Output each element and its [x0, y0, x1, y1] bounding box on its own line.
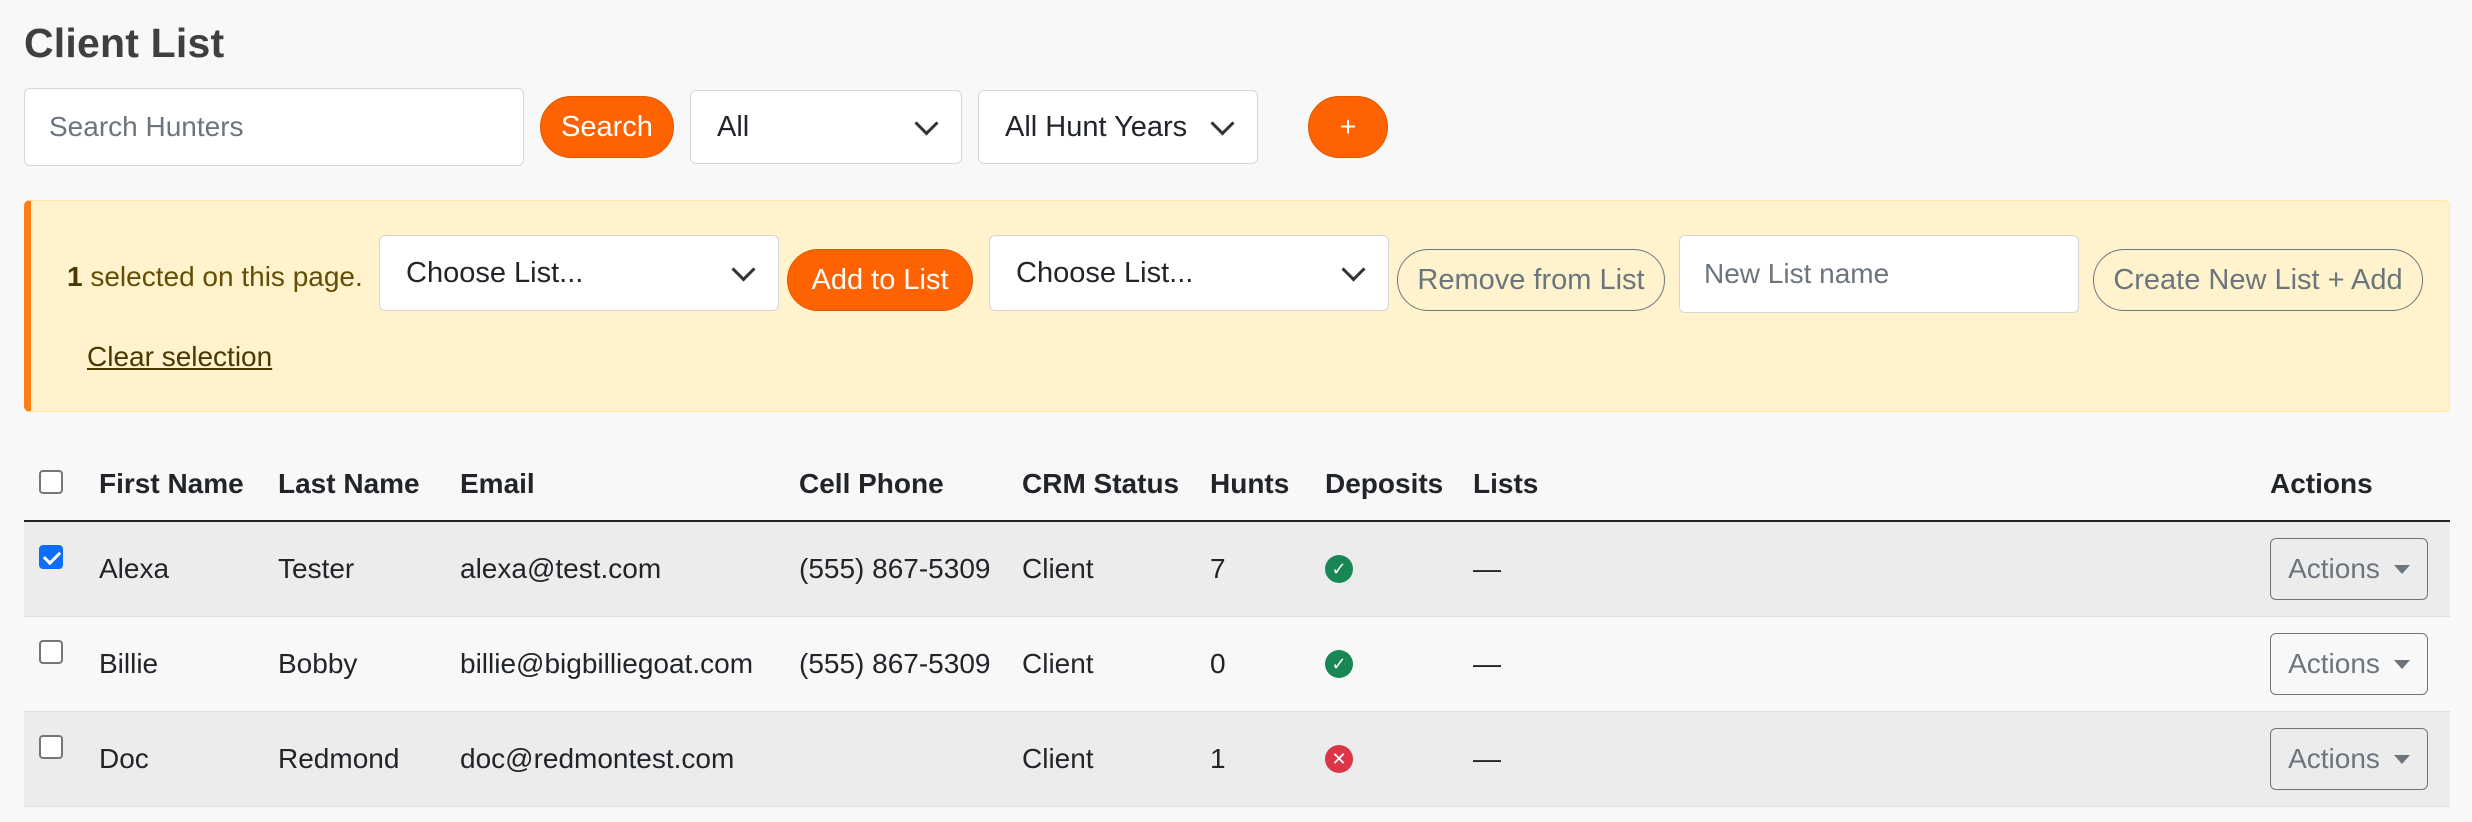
select-all-checkbox[interactable]	[39, 470, 63, 494]
header-last-name[interactable]: Last Name	[278, 448, 460, 522]
header-actions: Actions	[2270, 448, 2450, 522]
row-checkbox[interactable]	[39, 545, 63, 569]
row-actions-label: Actions	[2288, 553, 2380, 584]
cell-deposits: ✓	[1325, 521, 1473, 617]
chevron-down-icon	[1210, 110, 1235, 136]
cell-cell-phone: (555) 867-5309	[799, 521, 1022, 617]
caret-down-icon	[2393, 754, 2410, 764]
cell-actions: Actions	[2270, 521, 2450, 617]
header-crm-status[interactable]: CRM Status	[1022, 448, 1210, 522]
search-input[interactable]	[24, 88, 524, 166]
cell-crm-status: Client	[1022, 711, 1210, 807]
cell-last-name: Bobby	[278, 616, 460, 712]
add-list-select[interactable]: Choose List...	[379, 235, 779, 311]
clear-selection-link[interactable]: Clear selection	[87, 341, 272, 373]
client-table: First Name Last Name Email Cell Phone CR…	[24, 448, 2450, 807]
row-actions-label: Actions	[2288, 743, 2380, 774]
cell-lists: —	[1473, 616, 2270, 712]
select-all-header	[24, 448, 99, 522]
cell-first-name: Alexa	[99, 521, 278, 617]
row-actions-button[interactable]: Actions	[2270, 538, 2428, 600]
cell-cell-phone	[799, 711, 1022, 807]
header-hunts[interactable]: Hunts	[1210, 448, 1325, 522]
add-client-button[interactable]: +	[1308, 96, 1388, 158]
caret-down-icon	[2393, 659, 2410, 669]
cell-deposits: ✓	[1325, 616, 1473, 712]
row-actions-button[interactable]: Actions	[2270, 633, 2428, 695]
selected-count-label: selected on this page.	[82, 261, 363, 292]
chevron-down-icon	[1341, 256, 1366, 282]
deposit-status-icon: ✕	[1325, 744, 1353, 773]
header-lists[interactable]: Lists	[1473, 448, 2270, 522]
row-actions-label: Actions	[2288, 648, 2380, 679]
add-to-list-button[interactable]: Add to List	[787, 249, 973, 311]
header-cell-phone[interactable]: Cell Phone	[799, 448, 1022, 522]
hunt-year-select[interactable]: All Hunt Years	[978, 90, 1258, 164]
cell-actions: Actions	[2270, 711, 2450, 807]
table-row: Doc Redmond doc@redmontest.com Client 1 …	[24, 711, 2450, 807]
client-list-page: Client List Search All All Hunt Years + …	[0, 0, 2472, 822]
chevron-down-icon	[914, 110, 939, 136]
add-list-select-value: Choose List...	[406, 256, 584, 289]
caret-down-icon	[2393, 564, 2410, 574]
table-header-row: First Name Last Name Email Cell Phone CR…	[24, 448, 2450, 522]
search-button[interactable]: Search	[540, 96, 674, 158]
cell-hunts: 7	[1210, 521, 1325, 617]
selected-count: 1	[67, 261, 83, 292]
header-deposits[interactable]: Deposits	[1325, 448, 1473, 522]
header-first-name[interactable]: First Name	[99, 448, 278, 522]
deposit-status-icon: ✓	[1325, 554, 1353, 583]
row-actions-button[interactable]: Actions	[2270, 728, 2428, 790]
client-type-select[interactable]: All	[690, 90, 962, 164]
page-title: Client List	[24, 20, 225, 66]
toolbar: Search All All Hunt Years +	[24, 88, 1388, 166]
client-type-value: All	[717, 110, 750, 143]
row-checkbox[interactable]	[39, 640, 63, 664]
cell-crm-status: Client	[1022, 616, 1210, 712]
cell-deposits: ✕	[1325, 711, 1473, 807]
remove-from-list-button[interactable]: Remove from List	[1397, 249, 1665, 311]
cell-last-name: Tester	[278, 521, 460, 617]
table-row: Alexa Tester alexa@test.com (555) 867-53…	[24, 521, 2450, 617]
cell-first-name: Billie	[99, 616, 278, 712]
cell-last-name: Redmond	[278, 711, 460, 807]
selected-count-text: 1 selected on this page.	[67, 261, 363, 293]
cell-lists: —	[1473, 711, 2270, 807]
deposit-status-icon: ✓	[1325, 649, 1353, 678]
new-list-name-input[interactable]	[1679, 235, 2079, 313]
cell-hunts: 1	[1210, 711, 1325, 807]
cell-first-name: Doc	[99, 711, 278, 807]
header-email[interactable]: Email	[460, 448, 799, 522]
remove-list-select[interactable]: Choose List...	[989, 235, 1389, 311]
row-checkbox[interactable]	[39, 735, 63, 759]
hunt-year-value: All Hunt Years	[1005, 110, 1188, 143]
cell-cell-phone: (555) 867-5309	[799, 616, 1022, 712]
cell-email: doc@redmontest.com	[460, 711, 799, 807]
cell-crm-status: Client	[1022, 521, 1210, 617]
remove-list-select-value: Choose List...	[1016, 256, 1194, 289]
table-row: Billie Bobby billie@bigbilliegoat.com (5…	[24, 616, 2450, 712]
cell-email: alexa@test.com	[460, 521, 799, 617]
cell-email: billie@bigbilliegoat.com	[460, 616, 799, 712]
chevron-down-icon	[731, 256, 756, 282]
create-new-list-button[interactable]: Create New List + Add	[2093, 249, 2423, 311]
bulk-action-bar: 1 selected on this page. Choose List... …	[24, 200, 2450, 412]
cell-hunts: 0	[1210, 616, 1325, 712]
cell-lists: —	[1473, 521, 2270, 617]
cell-actions: Actions	[2270, 616, 2450, 712]
